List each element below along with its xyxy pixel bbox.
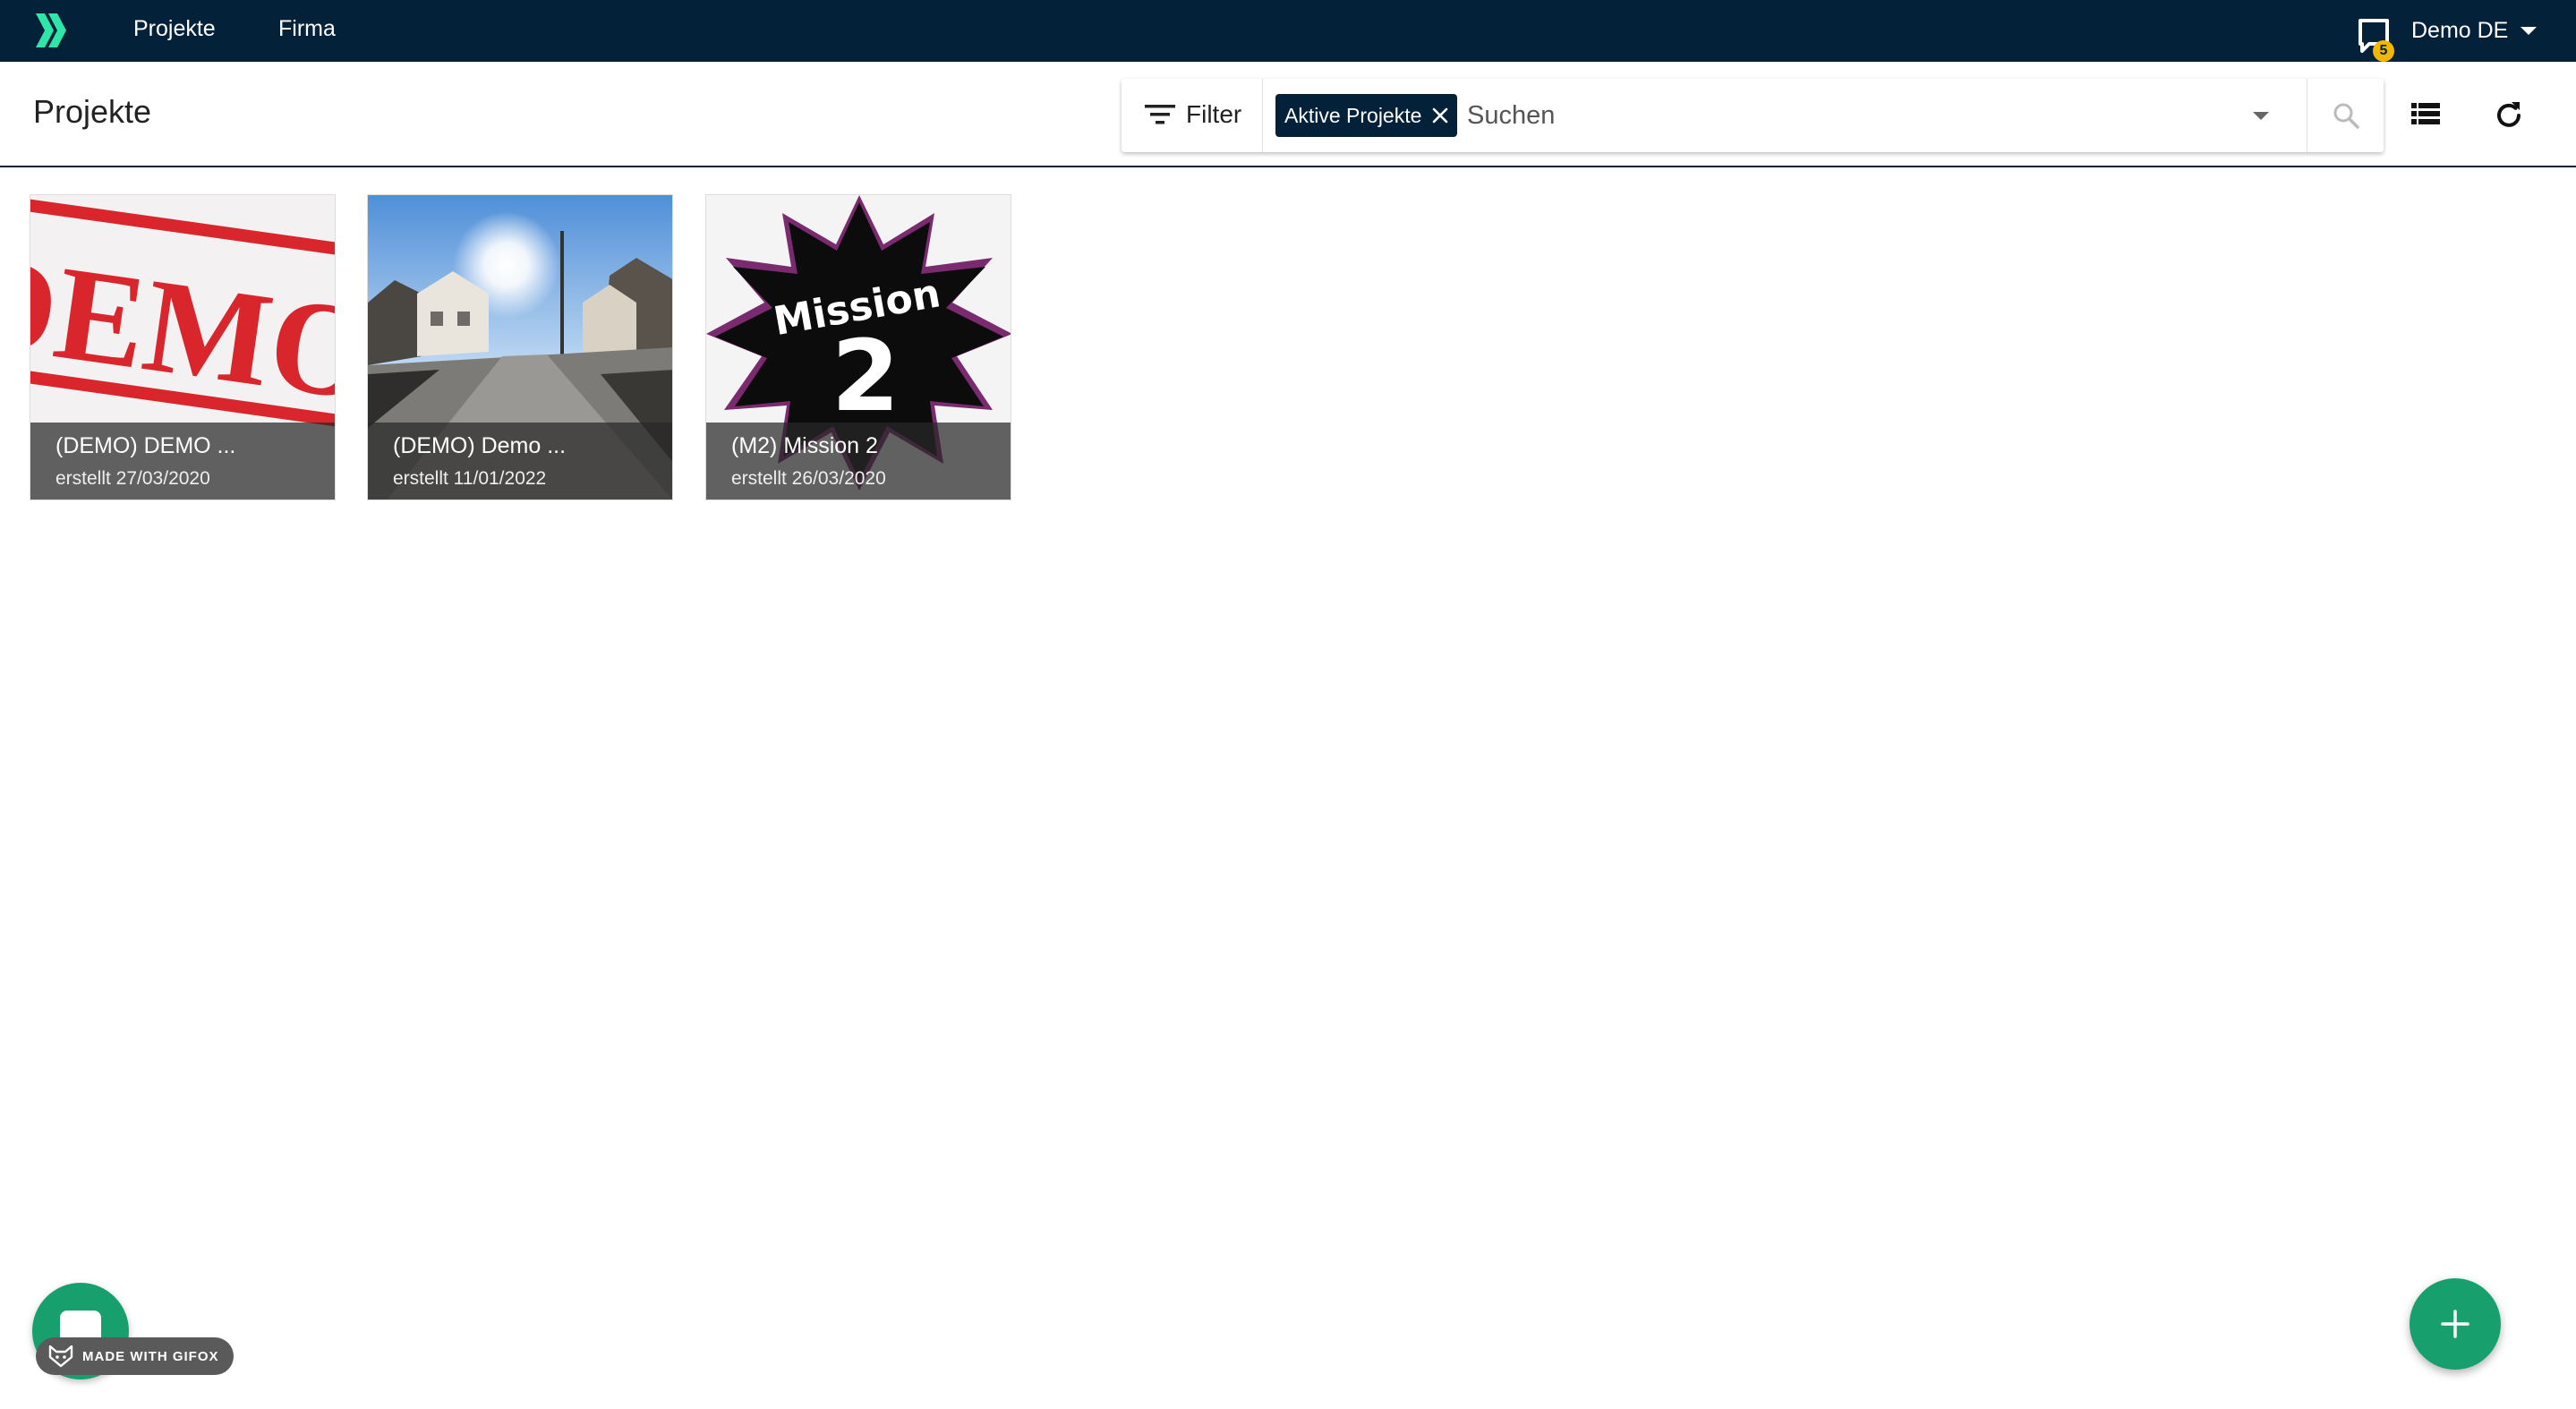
user-name-label: Demo DE — [2411, 18, 2509, 43]
close-icon[interactable] — [1430, 106, 1450, 125]
chevron-down-icon[interactable] — [2253, 112, 2269, 120]
filter-label: Filter — [1186, 100, 1242, 128]
nav-item-firma[interactable]: Firma — [278, 0, 336, 62]
add-project-button[interactable] — [2410, 1278, 2501, 1370]
list-view-icon[interactable] — [2408, 98, 2444, 133]
fox-icon — [48, 1345, 73, 1368]
card-caption: (DEMO) Demo ... erstellt 11/01/2022 — [368, 423, 672, 500]
watermark-text: MADE WITH GIFOX — [82, 1348, 219, 1364]
project-card[interactable]: (DEMO) Demo ... erstellt 11/01/2022 — [367, 194, 673, 500]
app-root: Projekte Firma 5 Demo DE Projekte Filter — [0, 0, 2576, 1409]
project-title: (DEMO) Demo ... — [393, 433, 567, 458]
project-created-date: erstellt 27/03/2020 — [55, 468, 210, 489]
top-navigation-bar: Projekte Firma 5 Demo DE — [0, 0, 2576, 62]
page-title: Projekte — [33, 93, 152, 130]
project-title: (DEMO) DEMO ... — [55, 433, 236, 458]
filter-lines-icon — [1145, 105, 1175, 124]
search-button[interactable] — [2307, 79, 2384, 152]
card-caption: (M2) Mission 2 erstellt 26/03/2020 — [706, 423, 1011, 500]
search-bar: Filter Aktive Projekte — [1122, 79, 2434, 152]
card-caption: (DEMO) DEMO ... erstellt 27/03/2020 — [30, 423, 335, 500]
mission-number: 2 — [832, 319, 900, 433]
page-header: Projekte Filter Aktive Projekte — [0, 62, 2576, 167]
project-card[interactable]: Mission 2 (M2) Mission 2 erstellt 26/03/… — [705, 194, 1011, 500]
double-chevron-logo-icon[interactable] — [34, 8, 70, 53]
caret-down-icon — [2521, 27, 2538, 35]
project-title: (M2) Mission 2 — [731, 433, 878, 458]
search-icon — [2333, 103, 2359, 129]
notification-count-badge: 5 — [2373, 40, 2394, 62]
filter-button[interactable]: Filter — [1122, 79, 1263, 152]
chip-label: Aktive Projekte — [1284, 103, 1422, 127]
nav-item-projekte[interactable]: Projekte — [133, 0, 216, 62]
plus-icon — [2441, 1310, 2469, 1338]
active-filter-chip[interactable]: Aktive Projekte — [1275, 94, 1458, 137]
project-created-date: erstellt 11/01/2022 — [393, 468, 547, 489]
gifox-watermark: MADE WITH GIFOX — [36, 1337, 234, 1375]
project-card[interactable]: DEMO (DEMO) DEMO ... erstellt 27/03/2020 — [30, 194, 336, 500]
refresh-icon[interactable] — [2491, 98, 2527, 133]
project-created-date: erstellt 26/03/2020 — [731, 468, 886, 489]
search-input[interactable] — [1467, 95, 2434, 136]
user-menu-dropdown[interactable]: Demo DE — [2411, 0, 2538, 62]
